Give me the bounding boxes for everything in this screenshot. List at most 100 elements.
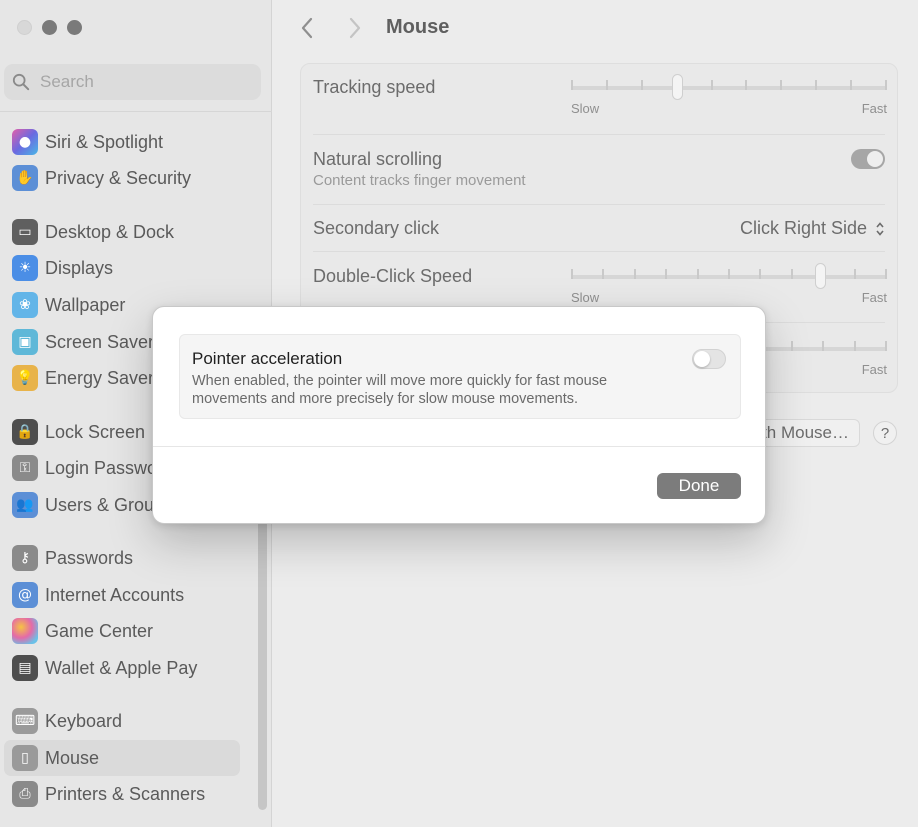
sun-icon: ☀ — [12, 255, 38, 281]
slider-tick — [634, 269, 636, 279]
pointer-acceleration-dialog: Pointer acceleration When enabled, the p… — [152, 306, 766, 524]
secondary-click-label: Secondary click — [313, 218, 440, 238]
sidebar-item-keyboard[interactable]: ⌨ Keyboard — [4, 703, 240, 739]
natural-scrolling-sublabel: Content tracks finger movement — [313, 172, 526, 189]
slider-max-label: Fast — [861, 362, 887, 377]
done-button[interactable]: Done — [657, 473, 741, 499]
natural-scrolling-toggle[interactable] — [851, 149, 885, 169]
chevron-left-icon — [301, 17, 313, 39]
dock-icon: ▭ — [12, 219, 38, 245]
slider-tick — [602, 269, 604, 279]
slider-thumb[interactable] — [672, 74, 683, 100]
slider-tick — [697, 269, 699, 279]
row-divider — [313, 204, 885, 205]
pointer-acceleration-description: When enabled, the pointer will move more… — [192, 373, 608, 407]
slider-min-label: Slow — [571, 290, 600, 305]
flower-icon: ❀ — [12, 292, 38, 318]
row-divider — [313, 251, 885, 252]
sidebar-item-displays[interactable]: ☀ Displays — [4, 250, 240, 286]
sidebar-item-label: Privacy & Security — [45, 167, 192, 188]
slider-tick — [885, 80, 887, 90]
page-title: Mouse — [386, 16, 450, 38]
keyboard-icon: ⌨ — [12, 708, 38, 734]
sidebar-item-label: Screen Saver — [45, 331, 155, 352]
row-divider — [313, 134, 885, 135]
lock-icon: 🔒 — [12, 419, 38, 445]
dialog-divider — [153, 446, 765, 447]
double-click-speed-label: Double-Click Speed — [313, 266, 473, 286]
sidebar-item-privacy-security[interactable]: ✋ Privacy & Security — [4, 160, 240, 196]
help-label: ? — [880, 424, 890, 442]
pointer-acceleration-toggle[interactable] — [692, 349, 726, 369]
close-window-button[interactable] — [17, 20, 32, 35]
sidebar-item-label: Printers & Scanners — [45, 783, 206, 804]
pointer-acceleration-option: Pointer acceleration When enabled, the p… — [179, 334, 741, 419]
slider-tick — [711, 80, 713, 90]
help-button[interactable]: ? — [873, 421, 897, 445]
slider-tick — [759, 269, 761, 279]
secondary-click-select[interactable]: Click Right Side — [740, 218, 885, 239]
slider-tick — [885, 341, 887, 351]
slider-tick — [745, 80, 747, 90]
slider-tick — [665, 269, 667, 279]
sidebar-item-label: Energy Saver — [45, 367, 155, 388]
slider-tick — [850, 80, 852, 90]
siri-icon: ● — [12, 129, 38, 155]
slider-min-label: Slow — [571, 101, 600, 116]
users-icon: 👥 — [12, 492, 38, 518]
search-input[interactable] — [40, 72, 240, 92]
slider-tick — [885, 269, 887, 279]
slider-tick — [791, 269, 793, 279]
sidebar-item-game-center[interactable]: Game Center — [4, 613, 240, 649]
key-icon: ⚿ — [12, 455, 38, 481]
sidebar-item-label: Internet Accounts — [45, 584, 185, 605]
hand-icon: ✋ — [12, 165, 38, 191]
slider-tick — [571, 269, 573, 279]
sidebar-item-internet-accounts[interactable]: @ Internet Accounts — [4, 577, 240, 613]
sidebar-item-siri-spotlight[interactable]: ● Siri & Spotlight — [4, 124, 240, 160]
sidebar-scrollbar[interactable] — [258, 520, 267, 810]
slider-tick — [780, 80, 782, 90]
pointer-acceleration-title: Pointer acceleration — [192, 349, 343, 368]
sidebar-item-mouse[interactable]: ▯ Mouse — [4, 740, 240, 776]
slider-tick — [606, 80, 608, 90]
forward-button[interactable] — [341, 14, 369, 42]
sidebar-item-wallet-apple-pay[interactable]: ▤ Wallet & Apple Pay — [4, 650, 240, 686]
slider-tick — [815, 80, 817, 90]
sidebar-item-label: Passwords — [45, 547, 134, 568]
sidebar-item-desktop-dock[interactable]: ▭ Desktop & Dock — [4, 214, 240, 250]
mouse-icon: ▯ — [12, 745, 38, 771]
sidebar-item-label: Siri & Spotlight — [45, 131, 164, 152]
sidebar-item-label: Displays — [45, 257, 114, 278]
sidebar-item-label: Wallet & Apple Pay — [45, 657, 198, 678]
minimize-window-button[interactable] — [42, 20, 57, 35]
sidebar-item-label: Wallpaper — [45, 294, 126, 315]
screen-saver-icon: ▣ — [12, 329, 38, 355]
window-controls — [17, 20, 82, 35]
slider-tick — [571, 80, 573, 90]
back-button[interactable] — [293, 14, 321, 42]
zoom-window-button[interactable] — [67, 20, 82, 35]
search-bar[interactable] — [4, 64, 261, 100]
tracking-speed-label: Tracking speed — [313, 77, 436, 97]
wallet-icon: ▤ — [12, 655, 38, 681]
slider-tick — [791, 341, 793, 351]
sidebar-item-printers-scanners[interactable]: ⎙ Printers & Scanners — [4, 776, 240, 812]
sidebar-item-label: Mouse — [45, 747, 100, 768]
at-icon: @ — [12, 582, 38, 608]
sidebar-item-passwords[interactable]: ⚷ Passwords — [4, 540, 240, 576]
slider-thumb[interactable] — [815, 263, 826, 289]
chevron-right-icon — [349, 17, 361, 39]
bulb-icon: 💡 — [12, 365, 38, 391]
double-click-speed-slider[interactable]: Slow Fast — [571, 261, 887, 305]
tracking-speed-slider[interactable]: Slow Fast — [571, 72, 887, 116]
sidebar-item-label: Desktop & Dock — [45, 221, 175, 242]
slider-tick — [854, 341, 856, 351]
natural-scrolling-label: Natural scrolling — [313, 149, 443, 169]
slider-track — [571, 86, 887, 90]
sidebar-item-label: Game Center — [45, 620, 154, 641]
slider-max-label: Fast — [861, 101, 887, 116]
secondary-click-value: Click Right Side — [739, 218, 867, 238]
printer-icon: ⎙ — [12, 781, 38, 807]
slider-tick — [822, 341, 824, 351]
